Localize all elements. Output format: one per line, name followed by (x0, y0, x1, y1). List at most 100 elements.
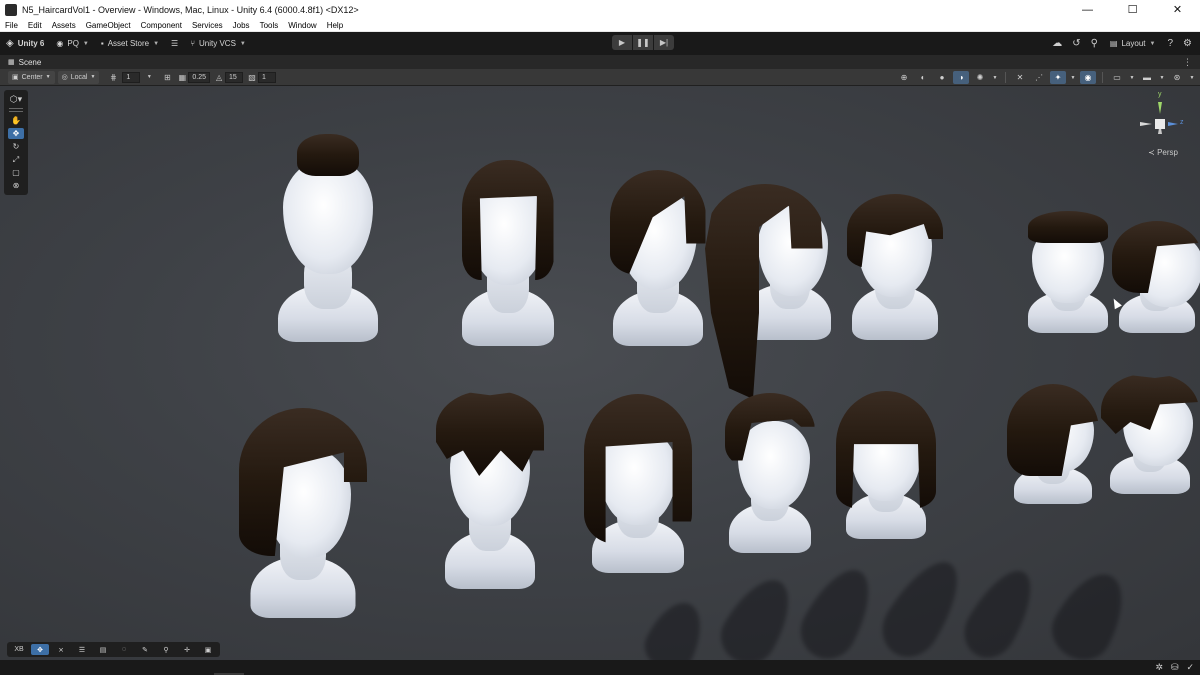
hair-bust-long-fringe[interactable] (455, 158, 560, 348)
hair-bust-bob-bangs[interactable] (836, 391, 936, 541)
space-dropdown[interactable]: ◎ Local ▼ (57, 70, 100, 84)
account-dropdown[interactable]: ◉ PQ ▼ (50, 35, 95, 52)
orbit-icon[interactable]: ◌ (115, 644, 133, 655)
rotate-snap-field[interactable]: 15 (225, 71, 244, 83)
scale-snap-field[interactable]: 1 (258, 71, 277, 83)
cloud-icon[interactable]: ☁ (1052, 38, 1062, 49)
search-icon[interactable]: ⚲ (1091, 38, 1098, 49)
shaded-wire-icon[interactable]: ◐ (915, 71, 931, 84)
menu-assets[interactable]: Assets (47, 19, 81, 32)
pivot-dropdown[interactable]: ▣ Center ▼ (8, 70, 55, 84)
overlay-menu-icon[interactable]: ▬ (1139, 71, 1155, 84)
close-button[interactable]: ✕ (1155, 0, 1200, 19)
grid-visibility-icon[interactable]: ⋕ (107, 72, 119, 83)
tab-scene[interactable]: ▦ Scene (0, 55, 50, 69)
hair-bust-pixie[interactable] (722, 393, 817, 555)
menu-jobs[interactable]: Jobs (228, 19, 255, 32)
scene-visibility-icon[interactable]: ✦ (1050, 71, 1066, 84)
hair-bust-short-bob[interactable] (1005, 384, 1100, 506)
hair-bust-messy[interactable] (1100, 374, 1200, 496)
stack-icon: ☰ (171, 39, 179, 48)
chevron-down-icon[interactable]: ▼ (1188, 71, 1196, 84)
minimize-button[interactable]: — (1065, 0, 1110, 19)
menu-services[interactable]: Services (187, 19, 228, 32)
chevron-down-icon[interactable]: ▼ (1069, 71, 1077, 84)
stack-button[interactable]: ☰ (165, 35, 184, 52)
pan-icon[interactable]: ✛ (178, 644, 196, 655)
menu-gameobject[interactable]: GameObject (81, 19, 136, 32)
more-options-icon[interactable]: ⋮ (1183, 57, 1192, 68)
menu-component[interactable]: Component (136, 19, 187, 32)
scale-snap-icon[interactable]: ▧ (246, 72, 258, 83)
grid-snap-icon[interactable]: ▦ (176, 72, 188, 83)
hand-tool-icon[interactable]: ✋ (8, 115, 24, 126)
pause-button[interactable]: ❚❚ (633, 35, 653, 50)
capture-icon[interactable]: ▣ (199, 644, 217, 655)
audio-toggle-icon[interactable]: ✕ (1012, 71, 1028, 84)
lighting-icon[interactable]: ◑ (953, 71, 969, 84)
unity-account-button[interactable]: ◈ Unity 6 (0, 35, 50, 52)
grid-tool-icon[interactable]: ⨯ (52, 644, 70, 655)
palette-grip[interactable] (9, 108, 23, 112)
move-tool-icon[interactable]: ✥ (8, 128, 24, 139)
shaded-icon[interactable]: ● (934, 71, 950, 84)
grid-size-field[interactable]: 1 (122, 71, 141, 83)
chevron-down-icon[interactable]: ▼ (991, 71, 999, 84)
snap-increment-field[interactable]: 0.25 (188, 71, 211, 83)
rotate-tool-icon[interactable]: ↻ (8, 141, 24, 152)
transform-tool-icon[interactable]: ⊗ (8, 180, 24, 191)
effects-icon[interactable]: ✺ (972, 71, 988, 84)
gizmos-icon[interactable]: ⊛ (1169, 71, 1185, 84)
vcs-dropdown[interactable]: ⑂ Unity VCS ▼ (184, 35, 252, 52)
layers-icon[interactable]: ▤ (94, 644, 112, 655)
bottom-tool-xb[interactable]: XB (10, 644, 28, 655)
menu-edit[interactable]: Edit (23, 19, 47, 32)
menu-help[interactable]: Help (322, 19, 348, 32)
paint-icon[interactable]: ✎ (136, 644, 154, 655)
maximize-button[interactable]: ☐ (1110, 0, 1155, 19)
scene-view-options: ⊕ ◐ ● ◑ ✺ ▼ ✕ ⋰ ✦ ▼ ◉ ▭ ▼ ▬ ▼ ⊛ ▼ (896, 69, 1196, 86)
rotate-snap-icon[interactable]: ◬ (213, 72, 225, 83)
fx-toggle-icon[interactable]: ⋰ (1031, 71, 1047, 84)
hair-bust-long-braid[interactable] (705, 184, 832, 399)
settings-icon[interactable]: ⚙ (1183, 38, 1192, 49)
scene-tools-dropdown[interactable]: ⬡▾ (4, 92, 28, 106)
projection-label[interactable]: ≺ Persp (1148, 148, 1178, 157)
move-snap-icon[interactable]: ✥ (31, 644, 49, 655)
hair-bust-bob-side[interactable] (605, 168, 710, 348)
align-icon[interactable]: ☰ (73, 644, 91, 655)
layout-dropdown[interactable]: ▤ Layout ▼ (1108, 35, 1158, 52)
main-toolbar: ◈ Unity 6 ◉ PQ ▼ ▪ Asset Store ▼ ☰ ⑂ Uni… (0, 32, 1200, 55)
bug-icon[interactable]: ✲ (1155, 662, 1163, 673)
tool-palette: ⬡▾ ✋ ✥ ↻ ⤢ ▢ ⊗ (4, 90, 28, 195)
scene-viewport[interactable]: ⬡▾ ✋ ✥ ↻ ⤢ ▢ ⊗ y z ≺ Persp XB ✥ ⨯ ☰ ▤ ◌ … (0, 86, 1200, 660)
hair-bust-spiky[interactable] (435, 391, 545, 591)
cache-icon[interactable]: ⛁ (1171, 662, 1179, 673)
scale-tool-icon[interactable]: ⤢ (8, 154, 24, 165)
hair-bust-shoulder-bob[interactable] (238, 408, 368, 618)
play-button[interactable]: ▶ (612, 35, 632, 50)
chevron-down-icon[interactable]: ▼ (1158, 71, 1166, 84)
chevron-down-icon[interactable]: ▼ (1128, 71, 1136, 84)
history-icon[interactable]: ↺ (1072, 38, 1080, 49)
rect-tool-icon[interactable]: ▢ (8, 167, 24, 178)
help-icon[interactable]: ? (1167, 38, 1173, 49)
asset-store-dropdown[interactable]: ▪ Asset Store ▼ (95, 35, 165, 52)
zoom-icon[interactable]: ⚲ (157, 644, 175, 655)
hair-bust-wavy[interactable] (1112, 221, 1200, 336)
hair-bust-fringe-short[interactable] (845, 194, 945, 344)
hair-bust-shaved-side[interactable] (1020, 211, 1115, 336)
hair-bust-layered[interactable] (583, 394, 693, 574)
check-icon[interactable]: ✓ (1186, 662, 1194, 673)
menu-file[interactable]: File (0, 19, 23, 32)
step-button[interactable]: ▶| (654, 35, 674, 50)
menu-window[interactable]: Window (283, 19, 321, 32)
hair-bust-mohawk[interactable] (270, 134, 385, 344)
chevron-down-icon: ▼ (45, 74, 51, 80)
camera-icon[interactable]: ▭ (1109, 71, 1125, 84)
chevron-down-icon[interactable]: ▼ (143, 72, 155, 83)
snap-increment-icon[interactable]: ⊞ (161, 72, 173, 83)
menu-tools[interactable]: Tools (255, 19, 284, 32)
eye-icon[interactable]: ◉ (1080, 71, 1096, 84)
draw-mode-icon[interactable]: ⊕ (896, 71, 912, 84)
